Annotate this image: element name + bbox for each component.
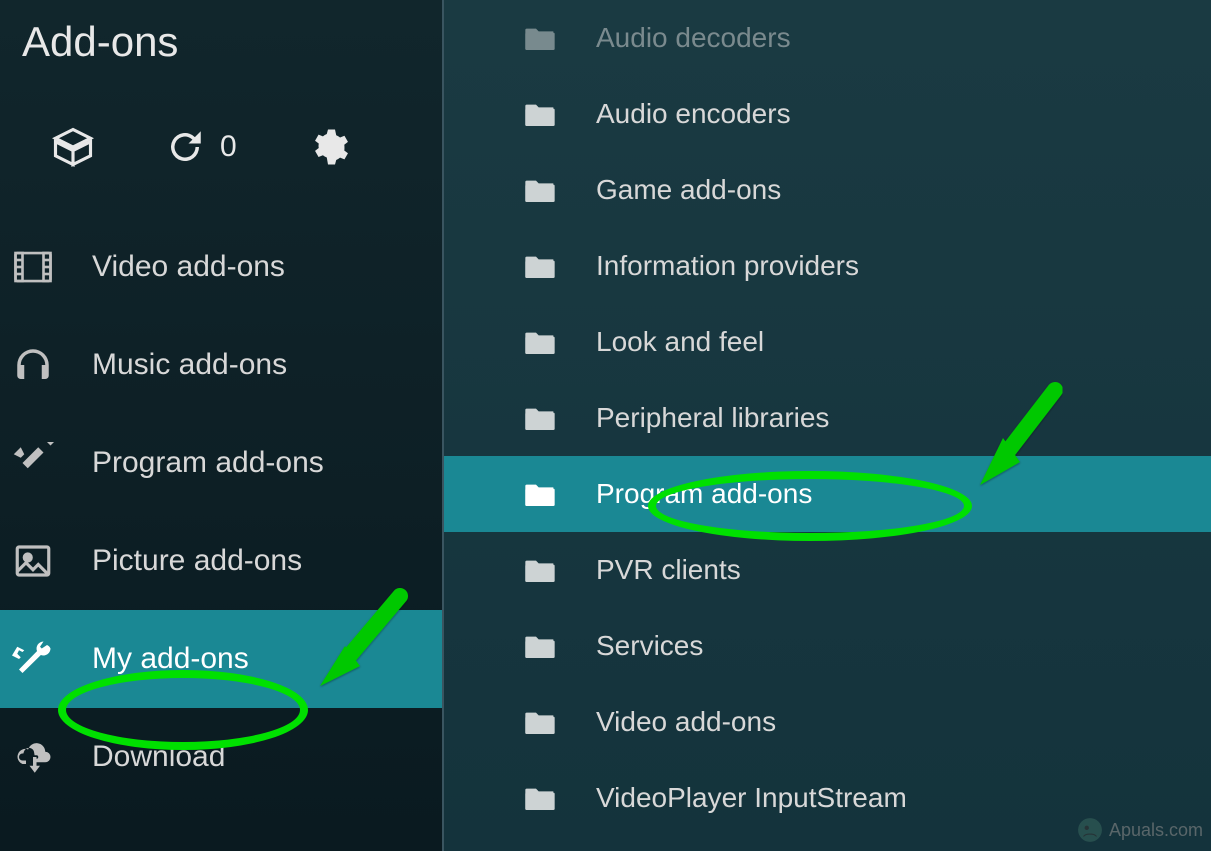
content-item-program-addons[interactable]: Program add-ons [444, 456, 1211, 532]
watermark: Apuals.com [1077, 817, 1203, 843]
content-item-label: Audio decoders [596, 22, 791, 54]
content-item-label: VideoPlayer InputStream [596, 782, 907, 814]
content-item-look-and-feel[interactable]: Look and feel [444, 304, 1211, 380]
sidebar-item-my-addons[interactable]: My add-ons [0, 610, 442, 708]
content-item-label: Game add-ons [596, 174, 781, 206]
box-icon [52, 126, 94, 168]
refresh-button[interactable]: 0 [164, 126, 237, 168]
content-item-label: Services [596, 630, 703, 662]
content-item-label: Peripheral libraries [596, 402, 829, 434]
folder-icon [524, 556, 556, 584]
sidebar-list: Video add-ons Music add-ons Program add-… [0, 218, 442, 806]
content-item-label: Audio encoders [596, 98, 791, 130]
content-item-audio-decoders[interactable]: Audio decoders [444, 0, 1211, 76]
folder-icon [524, 328, 556, 356]
content-item-game-addons[interactable]: Game add-ons [444, 152, 1211, 228]
tools-icon [12, 442, 54, 484]
refresh-icon [164, 126, 206, 168]
sidebar-item-label: My add-ons [92, 642, 249, 676]
left-panel: Add-ons 0 Video add-ons [0, 0, 442, 851]
folder-icon [524, 252, 556, 280]
content-item-label: Look and feel [596, 326, 764, 358]
watermark-icon [1077, 817, 1103, 843]
folder-icon [524, 632, 556, 660]
sidebar-item-program-addons[interactable]: Program add-ons [0, 414, 442, 512]
sidebar-item-label: Program add-ons [92, 446, 324, 480]
content-item-label: Video add-ons [596, 706, 776, 738]
right-panel: Audio decoders Audio encoders Game add-o… [442, 0, 1211, 851]
content-list: Audio decoders Audio encoders Game add-o… [444, 0, 1211, 836]
content-item-peripheral-libraries[interactable]: Peripheral libraries [444, 380, 1211, 456]
sidebar-item-download[interactable]: Download [0, 708, 442, 806]
sidebar-item-label: Picture add-ons [92, 544, 302, 578]
content-item-audio-encoders[interactable]: Audio encoders [444, 76, 1211, 152]
sidebar-item-label: Video add-ons [92, 250, 285, 284]
content-item-label: Program add-ons [596, 478, 812, 510]
watermark-text: Apuals.com [1109, 820, 1203, 841]
sidebar-item-label: Download [92, 740, 225, 774]
content-item-label: Information providers [596, 250, 859, 282]
toolbar-count: 0 [220, 130, 237, 164]
toolbar: 0 [0, 76, 442, 218]
folder-icon [524, 24, 556, 52]
settings-button[interactable] [307, 126, 349, 168]
folder-icon [524, 404, 556, 432]
wrench-icon [12, 638, 54, 680]
sidebar-item-picture-addons[interactable]: Picture add-ons [0, 512, 442, 610]
content-item-services[interactable]: Services [444, 608, 1211, 684]
folder-icon [524, 100, 556, 128]
folder-icon [524, 784, 556, 812]
sidebar-item-music-addons[interactable]: Music add-ons [0, 316, 442, 414]
headphones-icon [12, 344, 54, 386]
content-item-label: PVR clients [596, 554, 741, 586]
picture-icon [12, 540, 54, 582]
box-button[interactable] [52, 126, 94, 168]
content-item-information-providers[interactable]: Information providers [444, 228, 1211, 304]
gear-icon [307, 126, 349, 168]
content-item-video-addons[interactable]: Video add-ons [444, 684, 1211, 760]
page-title: Add-ons [0, 0, 442, 76]
sidebar-item-label: Music add-ons [92, 348, 287, 382]
film-icon [12, 246, 54, 288]
cloud-download-icon [12, 736, 54, 778]
content-item-pvr-clients[interactable]: PVR clients [444, 532, 1211, 608]
folder-icon [524, 708, 556, 736]
folder-icon [524, 480, 556, 508]
sidebar-item-video-addons[interactable]: Video add-ons [0, 218, 442, 316]
folder-icon [524, 176, 556, 204]
